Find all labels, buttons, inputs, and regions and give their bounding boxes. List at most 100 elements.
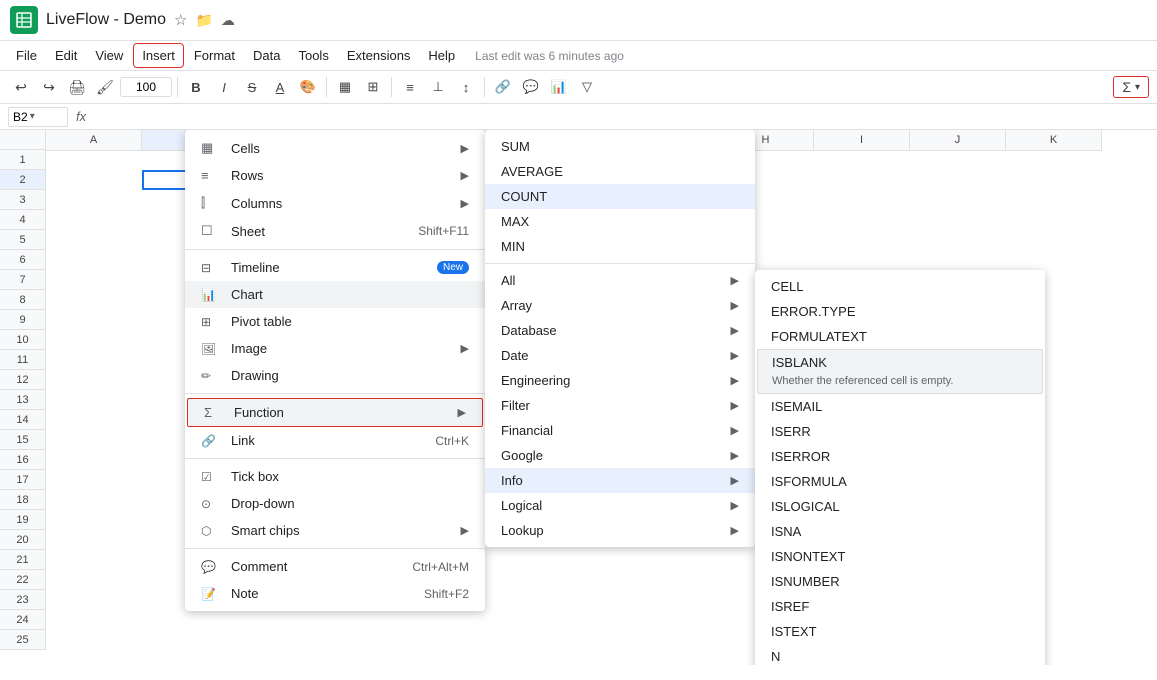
link-btn[interactable]: 🔗 — [490, 74, 516, 100]
info-isnumber[interactable]: ISNUMBER — [755, 569, 1045, 594]
chart-btn[interactable]: 📊 — [546, 74, 572, 100]
func-database[interactable]: Database ▶ — [485, 318, 755, 343]
menu-help[interactable]: Help — [420, 44, 463, 67]
func-info[interactable]: Info ▶ — [485, 468, 755, 493]
row-10[interactable]: 10 — [0, 330, 45, 350]
row-25[interactable]: 25 — [0, 630, 45, 650]
row-1[interactable]: 1 — [0, 150, 45, 170]
insert-image[interactable]: 🖼 Image ▶ — [185, 335, 485, 362]
row-22[interactable]: 22 — [0, 570, 45, 590]
zoom-selector[interactable]: 100 — [120, 77, 172, 97]
insert-comment[interactable]: 💬 Comment Ctrl+Alt+M — [185, 553, 485, 580]
info-errortype[interactable]: ERROR.TYPE — [755, 299, 1045, 324]
info-isna[interactable]: ISNA — [755, 519, 1045, 544]
insert-function[interactable]: Σ Function ▶ — [187, 398, 483, 427]
info-isformula[interactable]: ISFORMULA — [755, 469, 1045, 494]
formula-input[interactable] — [94, 109, 1149, 124]
border-btn[interactable]: ▦ — [332, 74, 358, 100]
info-cell[interactable]: CELL — [755, 274, 1045, 299]
menu-insert[interactable]: Insert — [133, 43, 184, 68]
insert-drawing[interactable]: ✏ Drawing — [185, 362, 485, 389]
menu-view[interactable]: View — [87, 44, 131, 67]
star-icon[interactable]: ☆ — [174, 11, 187, 29]
info-istext[interactable]: ISTEXT — [755, 619, 1045, 644]
row-20[interactable]: 20 — [0, 530, 45, 550]
func-lookup[interactable]: Lookup ▶ — [485, 518, 755, 543]
row-2[interactable]: 2 — [0, 170, 45, 190]
strikethrough-btn[interactable]: S — [239, 74, 265, 100]
cell-reference[interactable]: B2 ▾ — [8, 107, 68, 127]
func-max[interactable]: MAX — [485, 209, 755, 234]
menu-data[interactable]: Data — [245, 44, 288, 67]
func-min[interactable]: MIN — [485, 234, 755, 259]
row-13[interactable]: 13 — [0, 390, 45, 410]
comment-btn[interactable]: 💬 — [518, 74, 544, 100]
row-18[interactable]: 18 — [0, 490, 45, 510]
row-6[interactable]: 6 — [0, 250, 45, 270]
col-header-K[interactable]: K — [1006, 130, 1102, 150]
func-average[interactable]: AVERAGE — [485, 159, 755, 184]
rotate-btn[interactable]: ↕ — [453, 74, 479, 100]
row-15[interactable]: 15 — [0, 430, 45, 450]
col-header-J[interactable]: J — [910, 130, 1006, 150]
row-8[interactable]: 8 — [0, 290, 45, 310]
cloud-icon[interactable]: ☁ — [221, 12, 235, 29]
col-header-A[interactable]: A — [46, 130, 142, 150]
format-paint-btn[interactable]: 🖌 — [92, 74, 118, 100]
insert-note[interactable]: 📝 Note Shift+F2 — [185, 580, 485, 607]
info-iserr[interactable]: ISERR — [755, 419, 1045, 444]
menu-tools[interactable]: Tools — [290, 44, 336, 67]
merge-btn[interactable]: ⊞ — [360, 74, 386, 100]
info-iserror[interactable]: ISERROR — [755, 444, 1045, 469]
bold-btn[interactable]: B — [183, 74, 209, 100]
insert-sheet[interactable]: ☐ Sheet Shift+F11 — [185, 217, 485, 245]
info-formulatext[interactable]: FORMULATEXT — [755, 324, 1045, 349]
insert-tickbox[interactable]: ☑ Tick box — [185, 463, 485, 490]
row-24[interactable]: 24 — [0, 610, 45, 630]
fill-color-btn[interactable]: 🎨 — [295, 74, 321, 100]
print-btn[interactable]: 🖨 — [64, 74, 90, 100]
sigma-btn[interactable]: Σ ▾ — [1113, 76, 1149, 98]
insert-cells[interactable]: ▦ Cells ▶ — [185, 134, 485, 162]
insert-rows[interactable]: ≡ Rows ▶ — [185, 162, 485, 189]
insert-chart[interactable]: 📊 Chart — [185, 281, 485, 308]
row-14[interactable]: 14 — [0, 410, 45, 430]
filter-btn[interactable]: ▽ — [574, 74, 600, 100]
row-11[interactable]: 11 — [0, 350, 45, 370]
row-5[interactable]: 5 — [0, 230, 45, 250]
func-filter[interactable]: Filter ▶ — [485, 393, 755, 418]
func-engineering[interactable]: Engineering ▶ — [485, 368, 755, 393]
func-date[interactable]: Date ▶ — [485, 343, 755, 368]
func-financial[interactable]: Financial ▶ — [485, 418, 755, 443]
italic-btn[interactable]: I — [211, 74, 237, 100]
row-7[interactable]: 7 — [0, 270, 45, 290]
row-16[interactable]: 16 — [0, 450, 45, 470]
info-isref[interactable]: ISREF — [755, 594, 1045, 619]
info-isblank[interactable]: ISBLANK Whether the referenced cell is e… — [757, 349, 1043, 394]
valign-btn[interactable]: ⊥ — [425, 74, 451, 100]
folder-icon[interactable]: 📁 — [195, 12, 212, 29]
undo-btn[interactable]: ↩ — [8, 74, 34, 100]
redo-btn[interactable]: ↪ — [36, 74, 62, 100]
info-isnontext[interactable]: ISNONTEXT — [755, 544, 1045, 569]
align-btn[interactable]: ≡ — [397, 74, 423, 100]
insert-timeline[interactable]: ⊟ Timeline New — [185, 254, 485, 281]
insert-pivot[interactable]: ⊞ Pivot table — [185, 308, 485, 335]
func-google[interactable]: Google ▶ — [485, 443, 755, 468]
func-all[interactable]: All ▶ — [485, 268, 755, 293]
row-3[interactable]: 3 — [0, 190, 45, 210]
func-sum[interactable]: SUM — [485, 134, 755, 159]
func-count[interactable]: COUNT — [485, 184, 755, 209]
row-17[interactable]: 17 — [0, 470, 45, 490]
menu-format[interactable]: Format — [186, 44, 243, 67]
row-4[interactable]: 4 — [0, 210, 45, 230]
info-islogical[interactable]: ISLOGICAL — [755, 494, 1045, 519]
info-isemail[interactable]: ISEMAIL — [755, 394, 1045, 419]
row-9[interactable]: 9 — [0, 310, 45, 330]
insert-link[interactable]: 🔗 Link Ctrl+K — [185, 427, 485, 454]
row-12[interactable]: 12 — [0, 370, 45, 390]
func-logical[interactable]: Logical ▶ — [485, 493, 755, 518]
insert-smartchips[interactable]: ⬡ Smart chips ▶ — [185, 517, 485, 544]
underline-btn[interactable]: A — [267, 74, 293, 100]
info-n[interactable]: N — [755, 644, 1045, 665]
